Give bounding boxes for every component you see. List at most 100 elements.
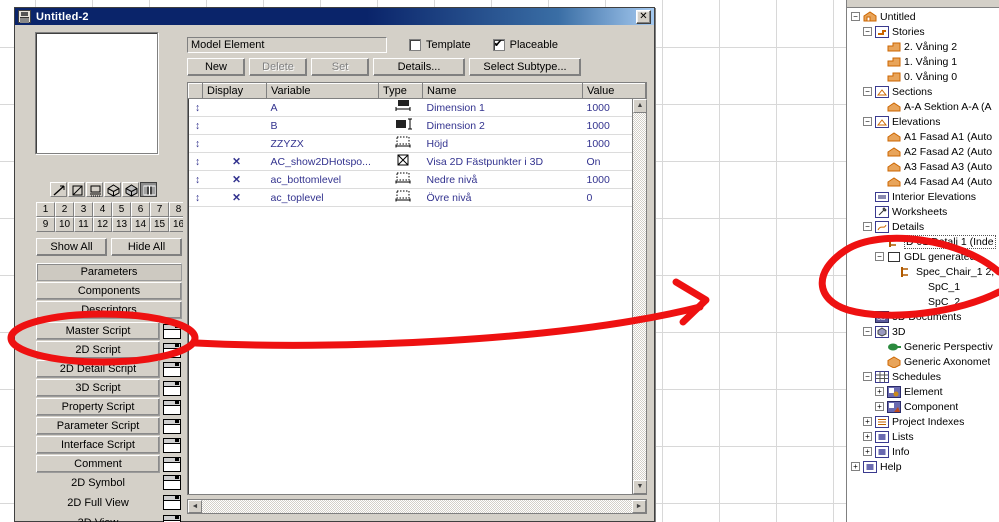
scroll-right-icon[interactable]: ►: [632, 500, 646, 513]
script-button-master-script[interactable]: Master Script: [36, 322, 160, 340]
row-drag-handle[interactable]: ↕: [188, 170, 203, 189]
row-name[interactable]: Dimension 2: [422, 116, 583, 135]
show-all-button[interactable]: Show All: [36, 238, 107, 256]
tree-item-worksheets[interactable]: Worksheets: [847, 204, 999, 219]
layer-button-14[interactable]: 14: [131, 217, 150, 232]
layer-button-6[interactable]: 6: [131, 202, 150, 217]
tree-item-2-v-ning-2[interactable]: 2. Våning 2: [847, 39, 999, 54]
row-name[interactable]: Höjd: [422, 134, 583, 153]
button-new[interactable]: New: [187, 58, 245, 76]
layer-button-3[interactable]: 3: [74, 202, 93, 217]
tree-item-untitled[interactable]: − Untitled: [847, 9, 999, 24]
table-row[interactable]: ↕ A Dimension 1 1000: [188, 98, 646, 117]
table-row[interactable]: ↕ ✕ ac_toplevel Övre nivå 0: [188, 188, 646, 207]
view-label-2d-symbol[interactable]: 2D Symbol: [36, 474, 160, 492]
expand-icon[interactable]: +: [863, 417, 872, 426]
tree-item-info[interactable]: + Info: [847, 444, 999, 459]
row-name[interactable]: Visa 2D Fästpunkter i 3D: [422, 152, 583, 171]
collapse-icon[interactable]: −: [863, 327, 872, 336]
script-button-3d-script[interactable]: 3D Script: [36, 379, 160, 397]
length-icon[interactable]: [378, 188, 423, 207]
row-display-toggle[interactable]: [202, 116, 267, 135]
script-button-interface-script[interactable]: Interface Script: [36, 436, 160, 454]
preview-picture-icon[interactable]: [140, 182, 157, 197]
navigator-toolbar[interactable]: [847, 0, 999, 8]
scroll-left-icon[interactable]: ◄: [188, 500, 202, 513]
layer-button-4[interactable]: 4: [93, 202, 112, 217]
row-variable[interactable]: ZZYZX: [266, 134, 379, 153]
button-delete[interactable]: Delete: [249, 58, 307, 76]
open-window-icon[interactable]: [163, 399, 181, 415]
tree-item-3d-documents[interactable]: 3D 3D Documents: [847, 309, 999, 324]
boolean-icon[interactable]: [378, 152, 423, 171]
row-variable[interactable]: ac_bottomlevel: [266, 170, 379, 189]
open-window-icon[interactable]: [163, 380, 181, 396]
tree-item-elevations[interactable]: − Elevations: [847, 114, 999, 129]
row-variable[interactable]: A: [266, 98, 379, 117]
expand-icon[interactable]: +: [851, 462, 860, 471]
button-select-subtype[interactable]: Select Subtype...: [469, 58, 581, 76]
open-window-icon[interactable]: [163, 323, 181, 339]
tree-item-spec-chair-1-2[interactable]: Spec_Chair_1 2,: [847, 264, 999, 279]
tree-item-gdl-generated[interactable]: − GDL generated: [847, 249, 999, 264]
script-button-parameter-script[interactable]: Parameter Script: [36, 417, 160, 435]
tree-item-lists[interactable]: + Lists: [847, 429, 999, 444]
collapse-icon[interactable]: −: [851, 12, 860, 21]
row-name[interactable]: Övre nivå: [422, 188, 583, 207]
parameter-table-container[interactable]: Display Variable Type Name Value ↕ A Dimen…: [187, 82, 647, 495]
collapse-icon[interactable]: −: [863, 372, 872, 381]
tree-item-3d[interactable]: − 3D: [847, 324, 999, 339]
open-window-icon[interactable]: [163, 515, 181, 522]
table-row[interactable]: ↕ B Dimension 2 1000: [188, 116, 646, 135]
tab-components[interactable]: Components: [36, 282, 182, 300]
col-name[interactable]: Name: [422, 83, 583, 99]
tree-item-a1-fasad-a1-auto[interactable]: A1 Fasad A1 (Auto: [847, 129, 999, 144]
solid-3d-icon[interactable]: [122, 182, 139, 197]
open-window-icon[interactable]: [163, 475, 181, 490]
tree-item-project-indexes[interactable]: + Project Indexes: [847, 414, 999, 429]
col-display[interactable]: Display: [202, 83, 267, 99]
row-drag-handle[interactable]: ↕: [188, 116, 203, 135]
layer-button-5[interactable]: 5: [112, 202, 131, 217]
row-variable[interactable]: ac_toplevel: [266, 188, 379, 207]
row-name[interactable]: Nedre nivå: [422, 170, 583, 189]
tree-item-a3-fasad-a3-auto[interactable]: A3 Fasad A3 (Auto: [847, 159, 999, 174]
expand-icon[interactable]: +: [875, 387, 884, 396]
collapse-icon[interactable]: −: [863, 87, 872, 96]
tab-parameters[interactable]: Parameters: [36, 263, 182, 281]
fill-2d-icon[interactable]: [68, 182, 85, 197]
layer-button-12[interactable]: 12: [93, 217, 112, 232]
open-window-icon[interactable]: [163, 495, 181, 510]
template-checkbox-wrap[interactable]: Template: [409, 38, 471, 51]
row-drag-handle[interactable]: ↕: [188, 98, 203, 117]
row-variable[interactable]: AC_show2DHotspo...: [266, 152, 379, 171]
tree-item-a-a-sektion-a-a-a[interactable]: A-A Sektion A-A (A: [847, 99, 999, 114]
placeable-checkbox[interactable]: [492, 37, 505, 51]
script-button-2d-detail-script[interactable]: 2D Detail Script: [36, 360, 160, 378]
layer-button-13[interactable]: 13: [112, 217, 131, 232]
tree-item-1-v-ning-1[interactable]: 1. Våning 1: [847, 54, 999, 69]
row-display-toggle[interactable]: [202, 98, 267, 117]
layer-button-2[interactable]: 2: [55, 202, 74, 217]
collapse-icon[interactable]: −: [863, 117, 872, 126]
layer-button-11[interactable]: 11: [74, 217, 93, 232]
tree-item-details[interactable]: − Details: [847, 219, 999, 234]
tree-item-a4-fasad-a4-auto[interactable]: A4 Fasad A4 (Auto: [847, 174, 999, 189]
row-variable[interactable]: B: [266, 116, 379, 135]
collapse-icon[interactable]: −: [863, 222, 872, 231]
tree-item-element[interactable]: + Element: [847, 384, 999, 399]
col-variable[interactable]: Variable: [266, 83, 379, 99]
collapse-icon[interactable]: −: [875, 252, 884, 261]
tree-item-generic-axonomet[interactable]: Generic Axonomet: [847, 354, 999, 369]
tree-item-a2-fasad-a2-auto[interactable]: A2 Fasad A2 (Auto: [847, 144, 999, 159]
col-type[interactable]: Type: [378, 83, 423, 99]
dimension-vertical-icon[interactable]: [378, 116, 423, 135]
tree-item-sections[interactable]: − Sections: [847, 84, 999, 99]
navigator-tree[interactable]: − Untitled − Stories 2. Våning 2 1. Våning 10…: [847, 9, 999, 522]
layer-button-10[interactable]: 10: [55, 217, 74, 232]
tree-item-0-v-ning-0[interactable]: 0. Våning 0: [847, 69, 999, 84]
row-display-toggle[interactable]: ✕: [202, 152, 267, 171]
view-label-2d-full-view[interactable]: 2D Full View: [36, 494, 160, 512]
open-window-icon[interactable]: [163, 342, 181, 358]
script-button-2d-script[interactable]: 2D Script: [36, 341, 160, 359]
